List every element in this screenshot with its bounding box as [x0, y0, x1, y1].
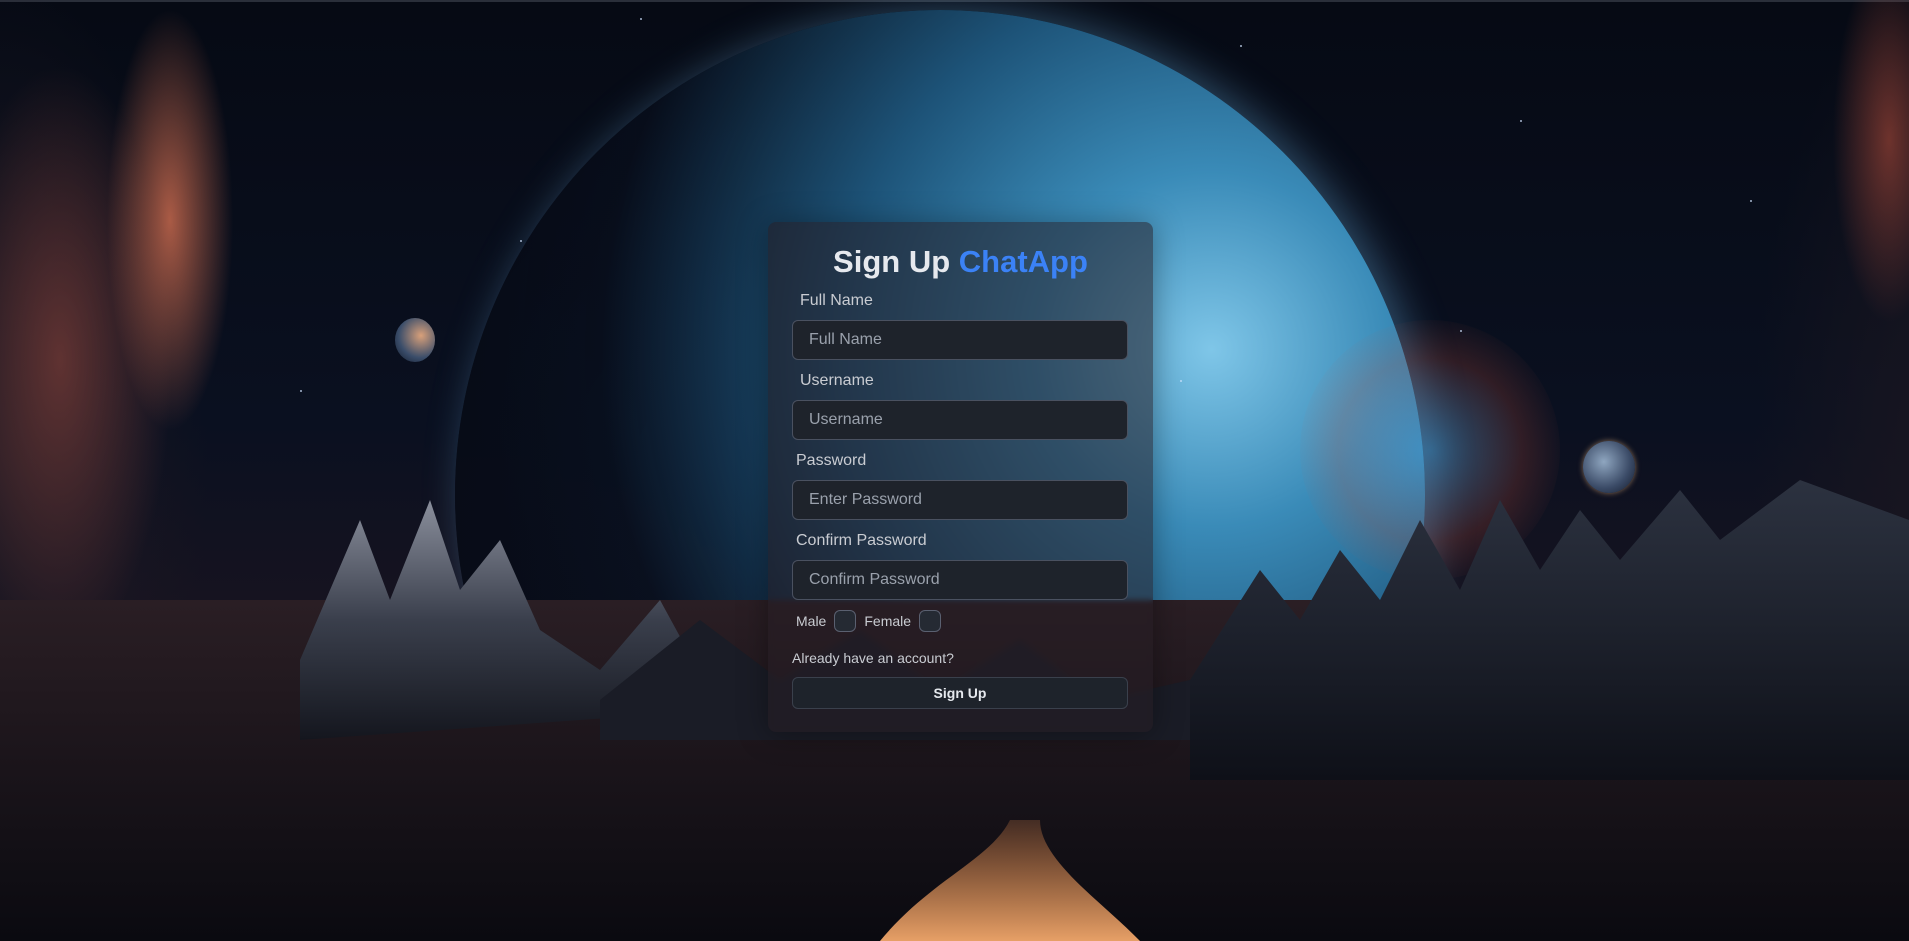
full-name-input[interactable] [792, 320, 1128, 360]
small-moon-left [395, 318, 435, 362]
male-checkbox[interactable] [834, 610, 857, 632]
title-text: Sign Up [833, 244, 951, 279]
star [640, 18, 642, 20]
star [1520, 120, 1522, 122]
star [1750, 200, 1752, 202]
full-name-label: Full Name [800, 292, 873, 309]
password-input[interactable] [792, 480, 1128, 520]
username-label: Username [800, 372, 874, 389]
star [520, 240, 522, 242]
confirm-password-label: Confirm Password [796, 532, 927, 549]
female-label: Female [864, 613, 912, 629]
brand-name: ChatApp [958, 244, 1088, 279]
username-input[interactable] [792, 400, 1128, 440]
login-link[interactable]: Already have an account? [792, 650, 954, 666]
star [1180, 380, 1182, 382]
male-label: Male [796, 613, 827, 629]
page-title: Sign Up ChatApp [768, 244, 1153, 280]
star [1460, 330, 1462, 332]
password-label: Password [796, 452, 867, 469]
female-checkbox[interactable] [919, 610, 942, 632]
confirm-password-input[interactable] [792, 560, 1128, 600]
gender-selector: Male Female [796, 608, 949, 634]
signup-button[interactable]: Sign Up [792, 677, 1128, 709]
star [300, 390, 302, 392]
star [1240, 45, 1242, 47]
